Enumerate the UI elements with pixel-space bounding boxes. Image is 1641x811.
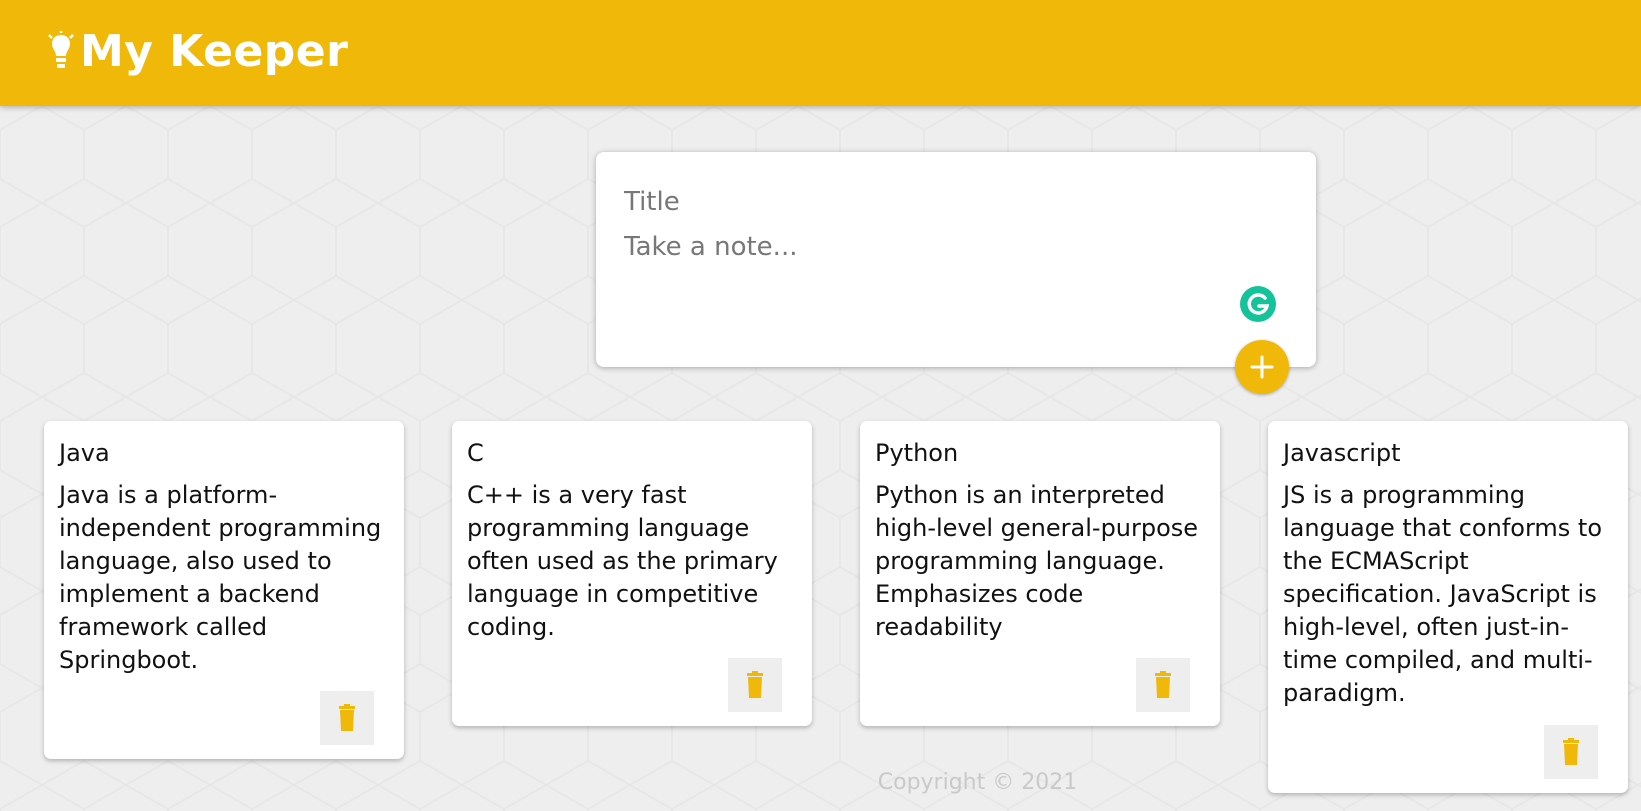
create-note-form — [596, 152, 1316, 367]
note-title: Java — [59, 439, 110, 467]
lightbulb-icon — [48, 31, 74, 68]
trash-icon — [747, 671, 763, 698]
delete-note-button[interactable] — [1544, 725, 1598, 779]
note-content: Java is a platform-independent programmi… — [59, 481, 382, 674]
note-card: Java Java is a platform-independent prog… — [44, 421, 404, 759]
note-content: JS is a programming language that confor… — [1283, 481, 1603, 707]
note-title: Javascript — [1283, 439, 1401, 467]
trash-icon — [1563, 738, 1579, 765]
delete-note-button[interactable] — [320, 691, 374, 745]
trash-icon — [339, 704, 355, 731]
note-title: C — [467, 439, 484, 467]
plus-icon — [1250, 355, 1274, 379]
delete-note-button[interactable] — [728, 658, 782, 712]
trash-icon — [1155, 671, 1171, 698]
note-content: C++ is a very fast programming language … — [467, 481, 778, 641]
note-content: Python is an interpreted high-level gene… — [875, 481, 1199, 641]
note-card: Javascript JS is a programming language … — [1268, 421, 1628, 793]
app-header: My Keeper — [0, 0, 1641, 106]
note-content-input[interactable] — [624, 230, 1274, 320]
note-title: Python — [875, 439, 959, 467]
note-card: C C++ is a very fast programming languag… — [452, 421, 812, 726]
add-note-button[interactable] — [1235, 340, 1289, 394]
delete-note-button[interactable] — [1136, 658, 1190, 712]
brand: My Keeper — [46, 22, 348, 82]
grammarly-icon[interactable] — [1240, 286, 1276, 322]
note-title-input[interactable] — [624, 182, 1274, 222]
note-card: Python Python is an interpreted high-lev… — [860, 421, 1220, 726]
app-title: My Keeper — [80, 26, 349, 77]
